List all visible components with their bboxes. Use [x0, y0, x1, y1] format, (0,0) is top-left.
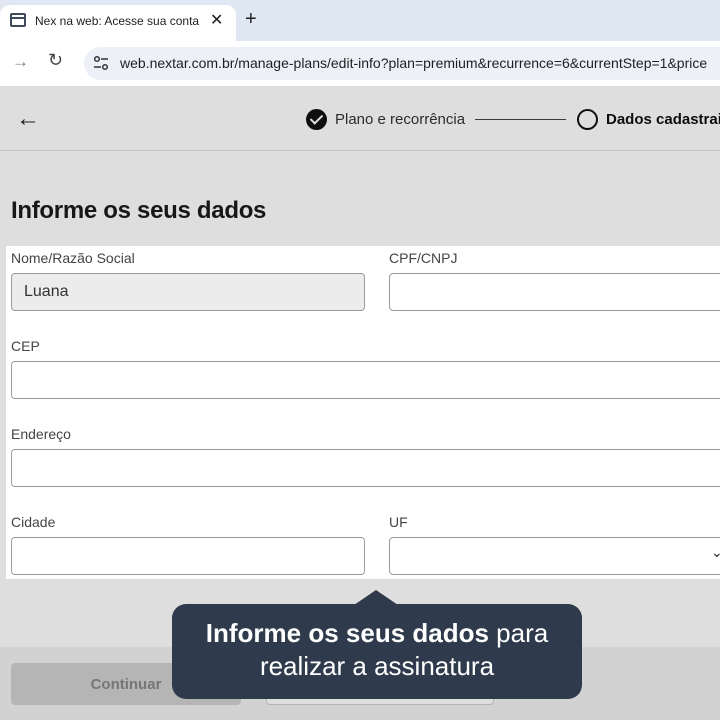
- site-settings-icon[interactable]: [92, 54, 110, 72]
- cep-field[interactable]: [11, 361, 720, 399]
- url-text: web.nextar.com.br/manage-plans/edit-info…: [120, 55, 708, 71]
- browser-toolbar: → ↻ web.nextar.com.br/manage-plans/edit-…: [0, 41, 720, 87]
- name-field[interactable]: [11, 273, 365, 311]
- cpf-field[interactable]: [389, 273, 720, 311]
- tab-title: Nex na web: Acesse sua conta: [35, 14, 200, 28]
- browser-tab[interactable]: Nex na web: Acesse sua conta ✕: [0, 5, 236, 41]
- new-tab-button[interactable]: +: [245, 8, 257, 31]
- city-field[interactable]: [11, 537, 365, 575]
- browser-tabstrip: Nex na web: Acesse sua conta ✕ +: [0, 0, 720, 41]
- forward-icon[interactable]: →: [12, 52, 29, 72]
- tab-close-icon[interactable]: ✕: [210, 10, 223, 30]
- address-bar[interactable]: web.nextar.com.br/manage-plans/edit-info…: [84, 47, 720, 80]
- name-label: Nome/Razão Social: [11, 250, 135, 266]
- address-field[interactable]: [11, 449, 720, 487]
- chevron-down-icon[interactable]: ⌄: [711, 544, 720, 561]
- uf-select[interactable]: [389, 537, 720, 575]
- cep-label: CEP: [11, 338, 40, 354]
- tooltip-strong-text: Informe os seus dados: [205, 618, 489, 648]
- form-panel: Nome/Razão Social CPF/CNPJ CEP Endereço …: [6, 246, 720, 579]
- city-label: Cidade: [11, 514, 56, 530]
- cpf-label: CPF/CNPJ: [389, 250, 458, 266]
- tooltip-text: para: [488, 618, 549, 648]
- reload-icon[interactable]: ↻: [48, 50, 63, 71]
- address-label: Endereço: [11, 426, 71, 442]
- dim-overlay-top: [0, 87, 720, 246]
- tooltip: Informe os seus dados para realizar a as…: [172, 604, 582, 699]
- uf-label: UF: [389, 514, 408, 530]
- tooltip-arrow: [354, 590, 398, 605]
- tooltip-text-line2: realizar a assinatura: [259, 651, 495, 681]
- tab-favicon-icon: [10, 13, 26, 27]
